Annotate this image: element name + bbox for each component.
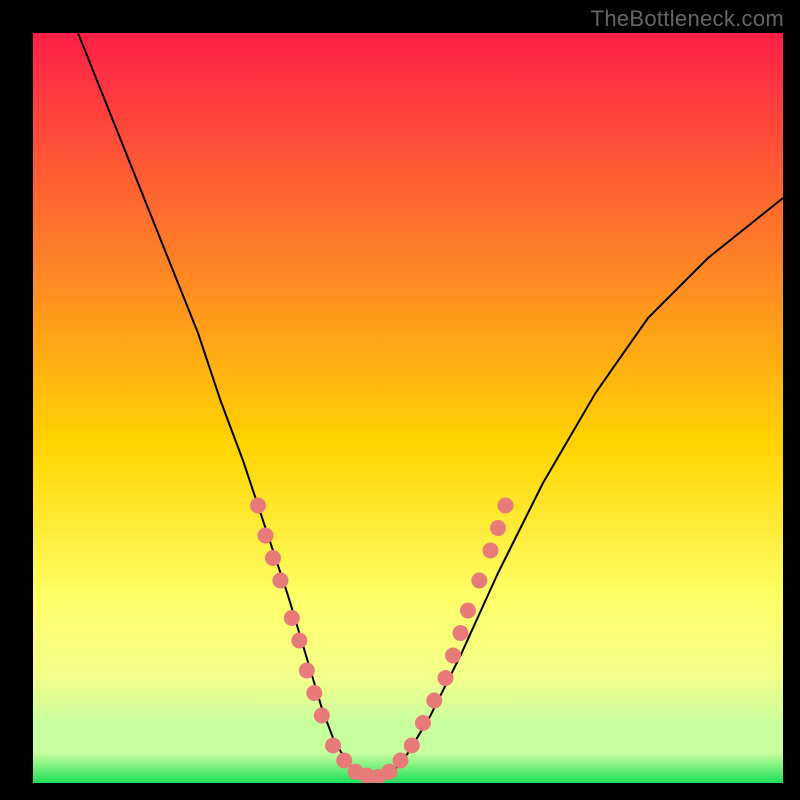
data-point [393,753,409,769]
data-point [284,610,300,626]
bottleneck-chart [33,33,783,783]
data-point [404,738,420,754]
data-point [314,708,330,724]
data-point [415,715,431,731]
data-point [291,633,307,649]
data-point [426,693,442,709]
data-point [490,520,506,536]
data-point [471,573,487,589]
data-point [460,603,476,619]
data-point [325,738,341,754]
data-point [438,670,454,686]
data-point [299,663,315,679]
plot-area [33,33,783,783]
data-point [445,648,461,664]
data-point [265,550,281,566]
gradient-background [33,33,783,783]
data-point [498,498,514,514]
data-point [483,543,499,559]
data-point [453,625,469,641]
data-point [306,685,322,701]
data-point [258,528,274,544]
data-point [250,498,266,514]
watermark-label: TheBottleneck.com [591,6,784,32]
data-point [273,573,289,589]
chart-frame: TheBottleneck.com [0,0,800,800]
